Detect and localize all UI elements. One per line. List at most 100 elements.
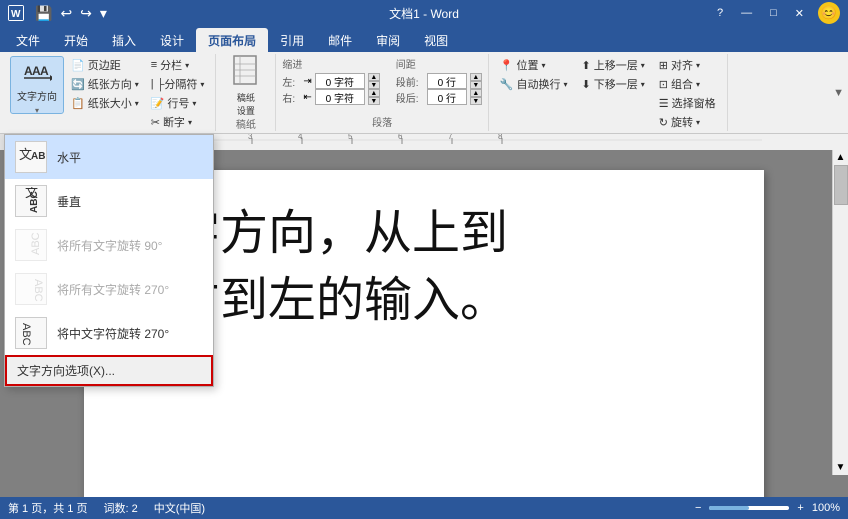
group-btn[interactable]: ⊡ 组合 ▾ <box>654 75 721 93</box>
menu-label-rotate270: 将所有文字旋转 270° <box>57 281 169 298</box>
menu-item-rotate90[interactable]: ABC 将所有文字旋转 90° <box>5 223 213 267</box>
indent-right-down[interactable]: ▼ <box>368 97 380 105</box>
title-bar-controls: ? — □ ✕ 😊 <box>709 2 840 24</box>
status-zoom-out[interactable]: − <box>695 502 701 514</box>
menu-item-horizontal[interactable]: 文 ABC 水平 <box>5 135 213 179</box>
svg-text:ABC: ABC <box>30 232 42 255</box>
vertical-scrollbar[interactable]: ▲ ▼ <box>832 150 848 475</box>
quick-access-more-btn[interactable]: ▾ <box>97 4 110 23</box>
redo-quick-btn[interactable]: ↪ <box>77 4 95 23</box>
save-quick-btn[interactable]: 💾 <box>32 4 55 23</box>
word-app-icon: W <box>8 5 24 21</box>
spacing-section: 间距 段前: ▲ ▼ 段后: ▲ ▼ <box>396 56 482 105</box>
menu-label-vertical: 垂直 <box>57 193 81 210</box>
status-zoom-in[interactable]: + <box>797 502 803 514</box>
rotate-arrow: ▾ <box>696 118 700 127</box>
position-icon: 📍 <box>500 59 514 72</box>
menu-label-options: 文字方向选项(X)... <box>17 362 115 379</box>
send-back-icon: ⬇ <box>582 78 591 91</box>
status-page: 第 1 页，共 1 页 <box>8 500 87 516</box>
spacing-after-down[interactable]: ▼ <box>470 97 482 105</box>
indent-title: 缩进 <box>282 56 379 71</box>
spacing-before-row: 段前: ▲ ▼ <box>396 73 482 89</box>
bring-forward-label: 上移一层 <box>594 57 638 73</box>
bring-forward-btn[interactable]: ⬆ 上移一层 ▾ <box>577 56 650 74</box>
hyphenation-btn[interactable]: ✂ 断字 ▾ <box>146 113 210 131</box>
scroll-thumb[interactable] <box>834 165 848 205</box>
menu-icon-horizontal: 文 ABC <box>15 141 47 173</box>
help-btn[interactable]: ? <box>709 5 731 21</box>
paper-orientation-btn[interactable]: 🔄 纸张方向 ▾ <box>66 75 144 93</box>
undo-quick-btn[interactable]: ↩ <box>57 4 75 23</box>
arrange-content: 📍 位置 ▾ 🔧 自动换行 ▾ ⬆ 上移一层 ▾ <box>495 56 721 131</box>
maximize-btn[interactable]: □ <box>762 5 785 21</box>
columns-arrow: ▾ <box>185 61 189 70</box>
indent-right-up[interactable]: ▲ <box>368 89 380 97</box>
paper-size-btn[interactable]: 📋 纸张大小 ▾ <box>66 94 144 112</box>
indent-right-input[interactable] <box>315 89 365 105</box>
spacing-after-up[interactable]: ▲ <box>470 89 482 97</box>
menu-item-vertical[interactable]: 文 ABC 垂直 <box>5 179 213 223</box>
scroll-down-btn[interactable]: ▼ <box>834 460 848 475</box>
paper-size-icon: 📋 <box>71 97 85 110</box>
indent-left-input[interactable] <box>315 73 365 89</box>
tab-references[interactable]: 引用 <box>268 28 316 52</box>
rotate-icon: ↻ <box>659 116 668 129</box>
menu-item-cjk270[interactable]: ABC 将中文字符旋转 270° <box>5 311 213 355</box>
menu-icon-vertical: 文 ABC <box>15 185 47 217</box>
spacing-before-up[interactable]: ▲ <box>470 73 482 81</box>
tab-design[interactable]: 设计 <box>148 28 196 52</box>
align-btn[interactable]: ⊞ 对齐 ▾ <box>654 56 721 74</box>
columns-btn[interactable]: ≡ 分栏 ▾ <box>146 56 210 74</box>
tab-mailings[interactable]: 邮件 <box>316 28 364 52</box>
scroll-up-btn[interactable]: ▲ <box>834 150 848 165</box>
svg-text:3: 3 <box>248 134 253 141</box>
status-language: 中文(中国) <box>154 500 205 516</box>
select-pane-btn[interactable]: ☰ 选择窗格 <box>654 94 721 112</box>
tab-page-layout[interactable]: 页面布局 <box>196 28 268 52</box>
rotate-btn[interactable]: ↻ 旋转 ▾ <box>654 113 721 131</box>
position-btn[interactable]: 📍 位置 ▾ <box>495 56 573 74</box>
quick-access-toolbar: 💾 ↩ ↪ ▾ <box>32 4 110 23</box>
menu-item-options[interactable]: 文字方向选项(X)... <box>5 355 213 386</box>
paper-size-label: 纸张大小 <box>88 95 132 111</box>
spacing-before-down[interactable]: ▼ <box>470 81 482 89</box>
line-number-label: 行号 <box>167 95 189 111</box>
tab-view[interactable]: 视图 <box>412 28 460 52</box>
spacing-before-spinner: ▲ ▼ <box>470 73 482 89</box>
minimize-btn[interactable]: — <box>733 5 760 21</box>
line-number-arrow: ▾ <box>192 99 196 108</box>
expand-ribbon-btn[interactable]: ▼ <box>833 87 844 99</box>
svg-text:7: 7 <box>448 134 453 141</box>
draft-paper-btn[interactable]: 稿纸设置 <box>224 56 268 114</box>
status-zoom-bar[interactable] <box>709 506 789 510</box>
page-margin-icon: 📄 <box>71 59 85 72</box>
tab-review[interactable]: 审阅 <box>364 28 412 52</box>
user-avatar: 😊 <box>818 2 840 24</box>
indent-left-up[interactable]: ▲ <box>368 73 380 81</box>
auto-action-btn[interactable]: 🔧 自动换行 ▾ <box>495 75 573 93</box>
tab-file[interactable]: 文件 <box>4 28 52 52</box>
spacing-before-input[interactable] <box>427 73 467 89</box>
text-direction-button[interactable]: A A A 文字方向 ▾ <box>10 56 64 114</box>
spacing-after-input[interactable] <box>427 89 467 105</box>
page-setup-small-buttons: 📄 页边距 🔄 纸张方向 ▾ 📋 纸张大小 ▾ <box>66 56 144 112</box>
close-btn[interactable]: ✕ <box>787 5 812 22</box>
doc-line1: 文字方向，从上到 <box>124 200 724 267</box>
tab-insert[interactable]: 插入 <box>100 28 148 52</box>
send-back-label: 下移一层 <box>594 76 638 92</box>
paragraph-content: 缩进 左: ⇥ ▲ ▼ 右: ⇤ <box>282 56 481 112</box>
ribbon-group-page-setup: A A A 文字方向 ▾ 📄 页边距 <box>4 54 216 131</box>
align-arrow: ▾ <box>696 61 700 70</box>
indent-left-down[interactable]: ▼ <box>368 81 380 89</box>
tab-home[interactable]: 开始 <box>52 28 100 52</box>
line-number-btn[interactable]: 📝 行号 ▾ <box>146 94 210 112</box>
menu-item-rotate270[interactable]: ABC 将所有文字旋转 270° <box>5 267 213 311</box>
page-setup-small-buttons2: ≡ 分栏 ▾ | ├分隔符 ▾ 📝 行号 ▾ ✂ <box>146 56 210 131</box>
send-back-btn[interactable]: ⬇ 下移一层 ▾ <box>577 75 650 93</box>
svg-text:A: A <box>40 64 49 78</box>
separator-btn[interactable]: | ├分隔符 ▾ <box>146 75 210 93</box>
align-icon: ⊞ <box>659 59 668 72</box>
page-margin-btn[interactable]: 📄 页边距 <box>66 56 144 74</box>
auto-action-icon: 🔧 <box>500 78 514 91</box>
